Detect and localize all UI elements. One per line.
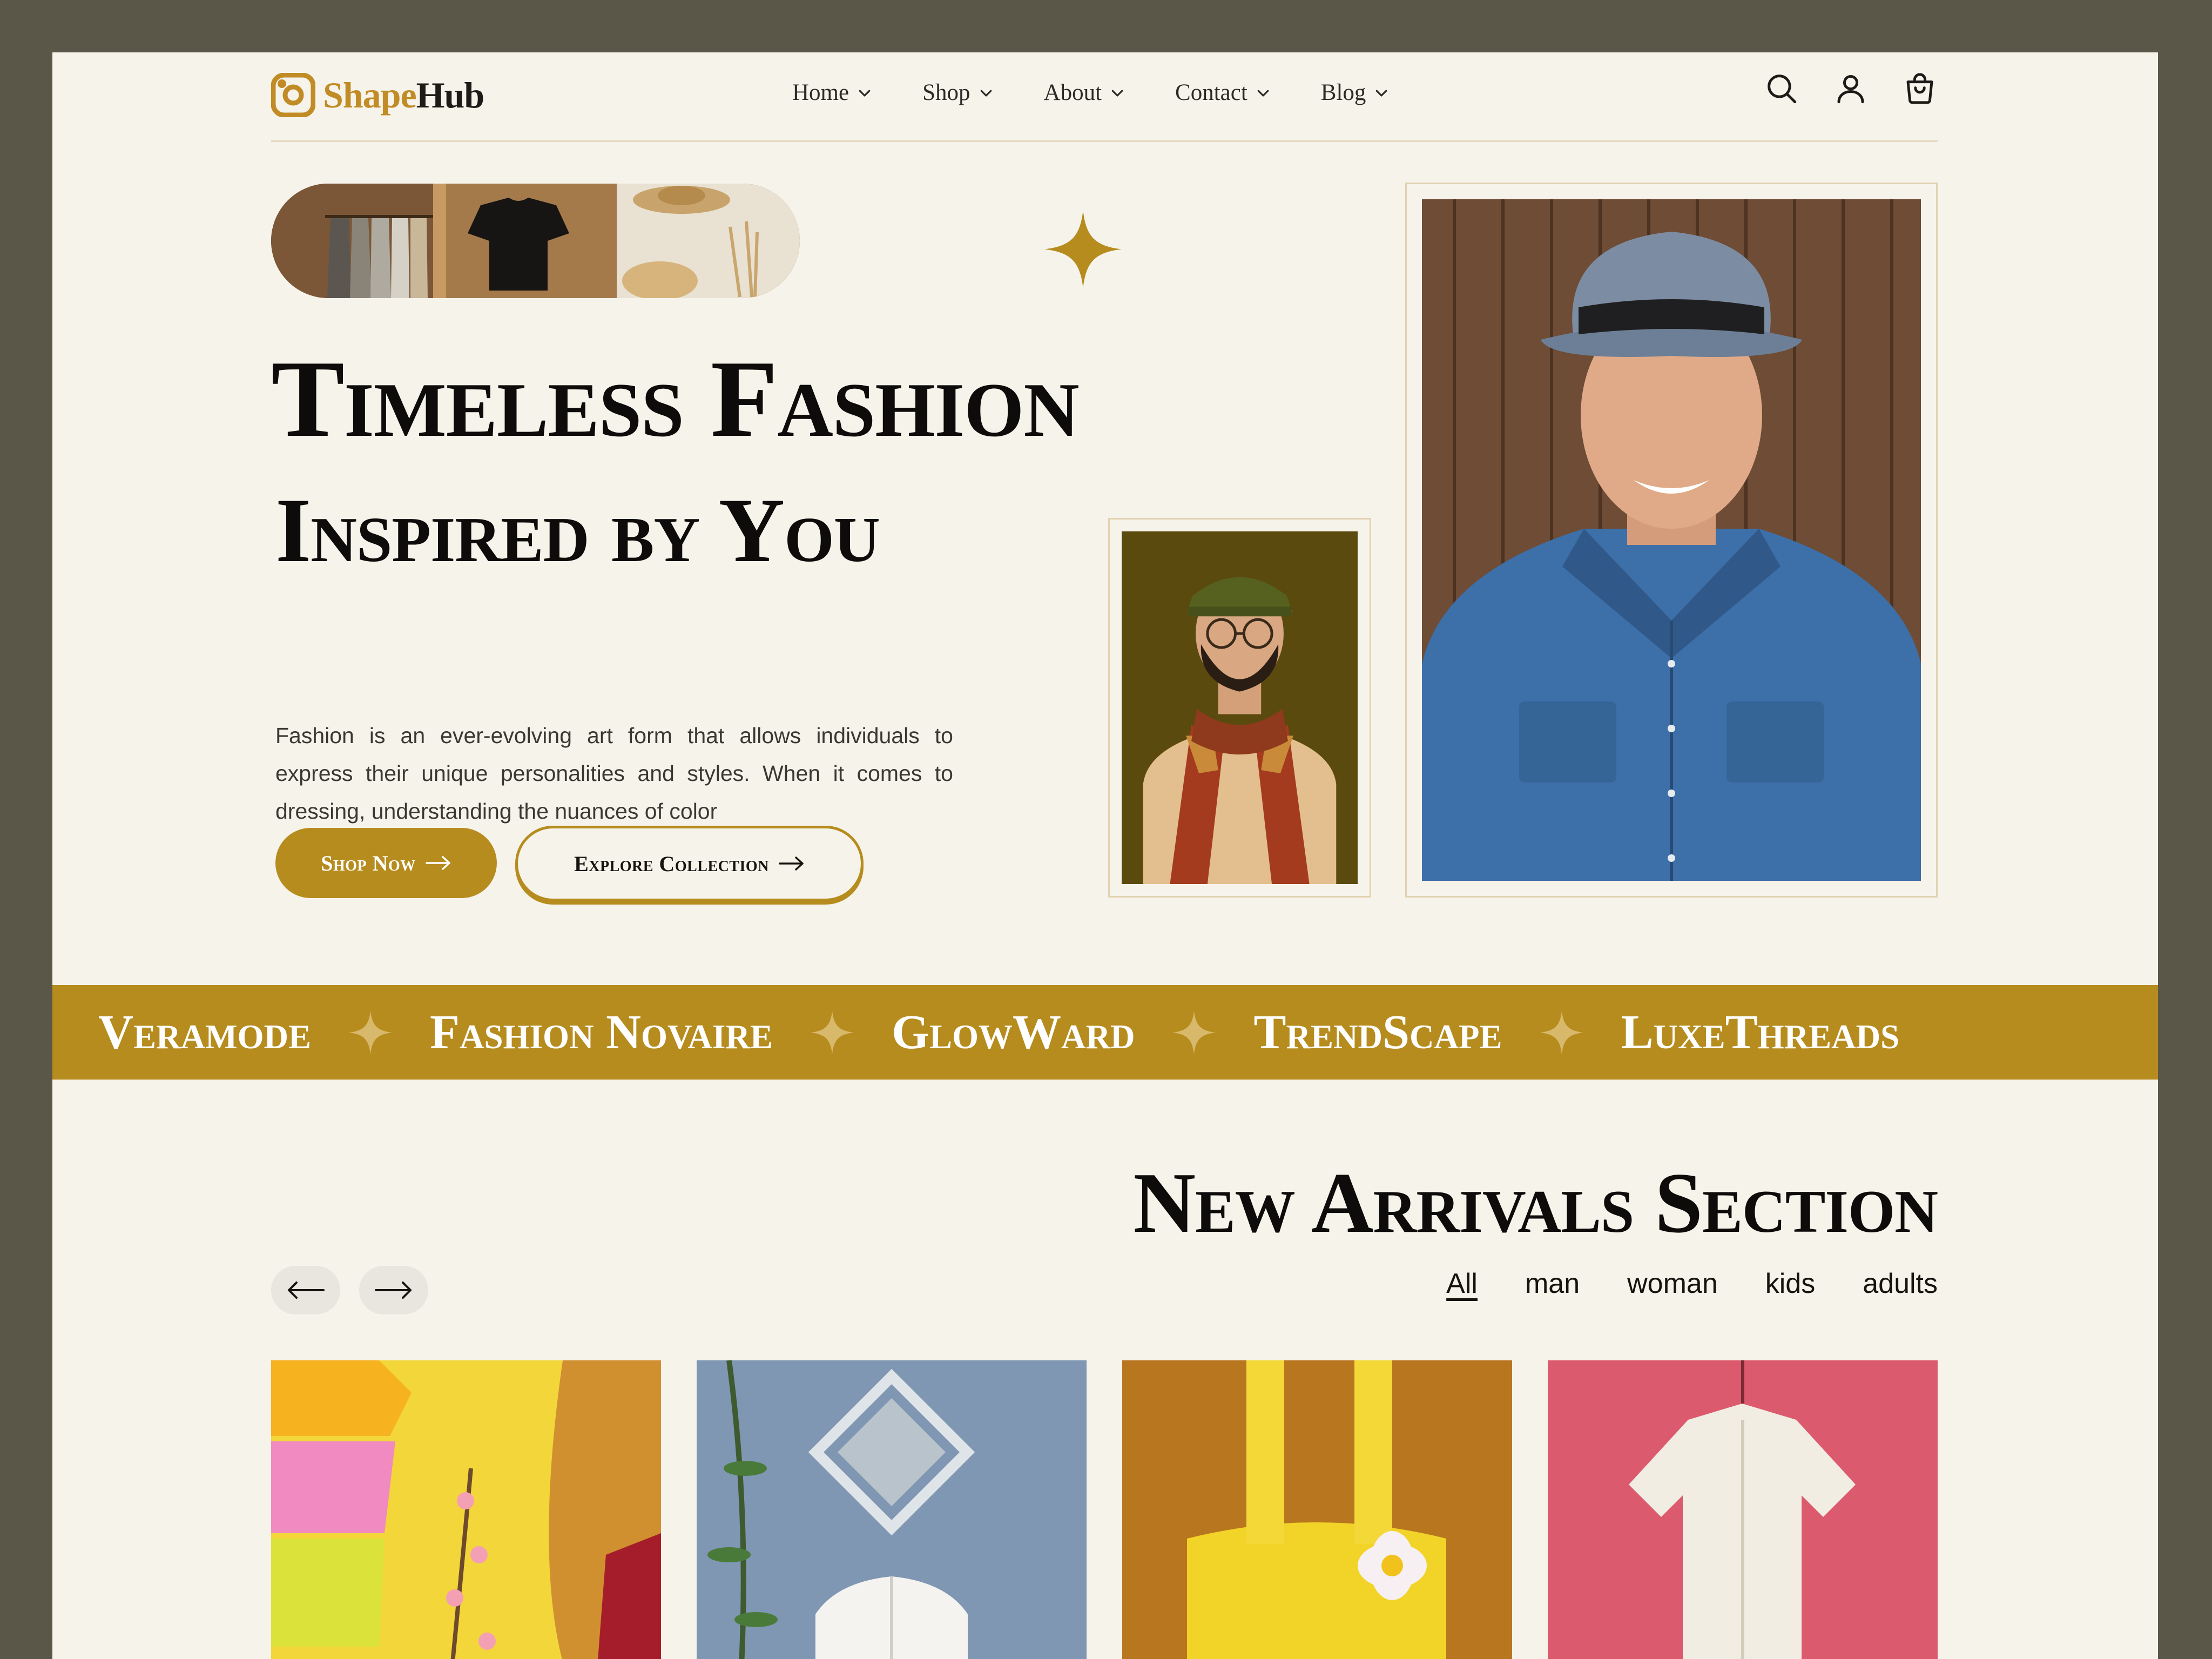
arrow-left-icon — [288, 1282, 325, 1299]
hero-title-line2: Inspired by You — [275, 480, 880, 581]
filter-woman[interactable]: woman — [1627, 1267, 1718, 1300]
carousel-controls — [271, 1266, 447, 1314]
logo-text: ShapeHub — [323, 74, 484, 116]
account-button[interactable] — [1833, 71, 1869, 106]
explore-collection-button[interactable]: Explore Collection — [515, 826, 864, 901]
sparkle-icon — [349, 1010, 392, 1054]
carousel-prev-button[interactable] — [271, 1266, 340, 1314]
shop-now-button[interactable]: Shop Now — [275, 828, 497, 898]
product-card-image[interactable] — [697, 1360, 1087, 1659]
arrow-right-icon — [375, 1282, 412, 1299]
nav-item-about[interactable]: About — [1044, 79, 1126, 106]
brand-name: Veramode — [98, 1006, 311, 1059]
chevron-down-icon — [1376, 90, 1387, 97]
search-icon — [1768, 75, 1797, 104]
main-menu: Home Shop About Contact Blog — [792, 79, 1439, 106]
brand-name: GlowWard — [891, 1006, 1135, 1059]
hero-title-line1: Timeless Fashion — [271, 338, 1080, 460]
product-grid — [271, 1360, 1973, 1659]
nav-item-home[interactable]: Home — [792, 79, 873, 106]
chevron-down-icon — [859, 90, 871, 97]
brand-name: LuxeThreads — [1621, 1006, 1900, 1059]
new-arrivals-title: New Arrivals Section — [1133, 1155, 1938, 1251]
product-card-image[interactable] — [271, 1360, 661, 1659]
carousel-next-button[interactable] — [359, 1266, 428, 1314]
brand-name: TrendScape — [1253, 1006, 1502, 1059]
cart-button[interactable] — [1902, 71, 1938, 106]
arrow-right-icon — [426, 856, 450, 870]
sparkle-icon — [1540, 1010, 1583, 1054]
hero-description: Fashion is an ever-evolving art form tha… — [275, 723, 953, 824]
chevron-down-icon — [1111, 90, 1123, 97]
arrow-right-icon — [779, 857, 804, 871]
filter-all[interactable]: All — [1446, 1267, 1478, 1300]
header-actions — [1730, 71, 1938, 106]
model-photo-fedora — [1405, 183, 1938, 898]
shopping-bag-icon — [1906, 73, 1933, 104]
shop-now-label: Shop Now — [321, 851, 416, 875]
product-card-image[interactable] — [1122, 1360, 1512, 1659]
wardrobe-banner-image — [271, 184, 800, 298]
user-icon — [1837, 75, 1864, 104]
search-button[interactable] — [1764, 71, 1799, 106]
filter-adults[interactable]: adults — [1863, 1267, 1938, 1300]
landing-page: ShapeHub Home Shop About Contact Blog Ti… — [52, 52, 2158, 1659]
nav-item-contact[interactable]: Contact — [1175, 79, 1271, 106]
sparkle-icon — [1172, 1010, 1216, 1054]
sparkle-icon — [1044, 211, 1122, 288]
category-filters: All man woman kids adults — [1399, 1267, 1938, 1300]
logo[interactable]: ShapeHub — [271, 73, 484, 117]
filter-man[interactable]: man — [1525, 1267, 1580, 1300]
chevron-down-icon — [980, 90, 992, 97]
nav-item-blog[interactable]: Blog — [1321, 79, 1390, 106]
nav-item-shop[interactable]: Shop — [922, 79, 994, 106]
brand-marquee: Veramode Fashion Novaire GlowWard TrendS… — [52, 985, 2158, 1080]
explore-collection-label: Explore Collection — [574, 851, 769, 876]
model-photo-scarf — [1108, 518, 1371, 898]
logo-icon — [271, 73, 315, 117]
filter-kids[interactable]: kids — [1765, 1267, 1815, 1300]
sparkle-icon — [810, 1010, 854, 1054]
product-card-image[interactable] — [1548, 1360, 1938, 1659]
top-navigation: ShapeHub Home Shop About Contact Blog — [271, 52, 1938, 142]
chevron-down-icon — [1257, 90, 1269, 97]
brand-name: Fashion Novaire — [430, 1006, 773, 1059]
